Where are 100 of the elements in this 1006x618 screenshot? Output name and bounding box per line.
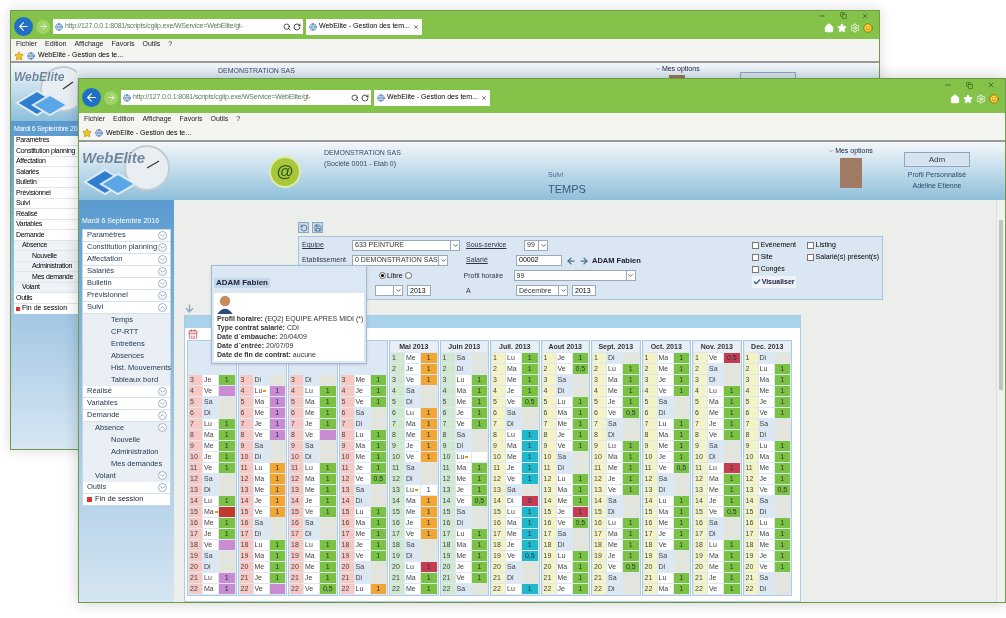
day-value[interactable] [774, 507, 790, 517]
day-value[interactable] [673, 474, 689, 484]
day-value[interactable] [421, 551, 437, 561]
day-value[interactable] [320, 518, 336, 528]
day-value[interactable] [673, 551, 689, 561]
home-icon[interactable] [950, 94, 960, 104]
day-value[interactable] [724, 364, 740, 374]
day-value[interactable] [471, 441, 487, 451]
day-value[interactable] [774, 419, 790, 429]
expand-icon[interactable] [158, 290, 167, 300]
checkbox[interactable] [751, 265, 759, 273]
day-value[interactable] [370, 408, 386, 418]
close-tab-icon[interactable] [413, 23, 419, 30]
settings-icon[interactable] [850, 23, 860, 33]
collapse-icon[interactable] [158, 423, 167, 432]
day-value[interactable] [421, 386, 437, 396]
day-value[interactable] [219, 562, 235, 572]
day-value[interactable] [219, 474, 235, 484]
day-value[interactable] [522, 419, 538, 429]
restore-icon[interactable] [966, 81, 973, 89]
star-icon[interactable] [837, 23, 847, 33]
day-value[interactable] [572, 529, 588, 539]
day-value[interactable] [522, 485, 538, 495]
caret-icon[interactable] [828, 148, 835, 155]
day-value[interactable] [471, 518, 487, 528]
day-value[interactable] [623, 507, 639, 517]
day-value[interactable] [774, 353, 790, 363]
day-value[interactable] [320, 430, 336, 440]
expand-icon[interactable] [158, 471, 167, 480]
back-button[interactable] [82, 88, 101, 107]
search-icon[interactable] [283, 22, 291, 31]
day-value[interactable] [269, 452, 285, 462]
expand-icon[interactable] [158, 254, 167, 264]
day-value[interactable] [219, 397, 235, 407]
day-value[interactable] [219, 386, 235, 396]
close-icon[interactable] [861, 11, 869, 20]
previous-arrow-icon[interactable] [566, 255, 576, 266]
day-value[interactable] [370, 562, 386, 572]
day-value[interactable] [370, 419, 386, 429]
close-tab-icon[interactable] [481, 94, 487, 101]
day-value[interactable] [774, 584, 790, 594]
day-value[interactable] [724, 375, 740, 385]
restore-icon[interactable] [840, 12, 847, 19]
day-value[interactable] [320, 375, 336, 385]
day-value[interactable] [219, 485, 235, 495]
day-value[interactable] [471, 507, 487, 517]
day-value[interactable] [219, 551, 235, 561]
refresh-icon[interactable] [293, 22, 301, 31]
day-value[interactable] [370, 496, 386, 506]
day-value[interactable] [471, 452, 487, 462]
down-arrow-icon[interactable] [184, 303, 195, 314]
day-value[interactable] [421, 463, 437, 473]
day-value[interactable] [572, 463, 588, 473]
home-icon[interactable] [824, 23, 834, 33]
save-button[interactable] [312, 222, 323, 233]
collapse-icon[interactable] [158, 302, 167, 312]
day-value[interactable] [269, 584, 285, 594]
day-value[interactable] [522, 408, 538, 418]
smiley-icon[interactable] [989, 94, 999, 104]
day-value[interactable] [724, 529, 740, 539]
day-value[interactable] [471, 364, 487, 374]
checkbox[interactable] [806, 241, 814, 249]
calendar-icon[interactable] [188, 329, 198, 339]
day-value[interactable] [673, 397, 689, 407]
day-value[interactable] [269, 375, 285, 385]
day-value[interactable] [421, 540, 437, 550]
settings-icon[interactable] [976, 94, 986, 104]
admin-button[interactable]: Adm [904, 152, 970, 167]
day-value[interactable] [623, 430, 639, 440]
expand-icon[interactable] [158, 266, 167, 276]
day-value[interactable] [269, 529, 285, 539]
day-value[interactable] [269, 518, 285, 528]
expand-icon[interactable] [158, 242, 167, 252]
day-value[interactable] [774, 573, 790, 583]
day-value[interactable] [219, 408, 235, 418]
day-value[interactable] [623, 584, 639, 594]
day-value[interactable] [370, 485, 386, 495]
day-value[interactable] [471, 584, 487, 594]
expand-icon[interactable] [158, 386, 167, 396]
forward-button[interactable] [36, 19, 50, 34]
day-value[interactable] [724, 441, 740, 451]
day-value[interactable] [572, 452, 588, 462]
search-icon[interactable] [351, 93, 359, 102]
day-value[interactable] [623, 353, 639, 363]
day-value[interactable] [774, 496, 790, 506]
back-button[interactable] [14, 17, 33, 36]
day-value[interactable] [421, 397, 437, 407]
day-value[interactable] [219, 540, 235, 550]
day-value[interactable] [320, 452, 336, 462]
expand-icon[interactable] [158, 278, 167, 288]
favorites-icon[interactable] [82, 128, 92, 138]
day-value[interactable] [673, 485, 689, 495]
collapse-icon[interactable] [158, 410, 167, 420]
star-icon[interactable] [963, 94, 973, 104]
radio-button[interactable] [404, 272, 412, 280]
select-field[interactable] [375, 285, 403, 297]
day-value[interactable] [421, 474, 437, 484]
radio-button[interactable] [379, 272, 386, 280]
day-value[interactable] [522, 573, 538, 583]
smiley-icon[interactable] [863, 23, 873, 33]
